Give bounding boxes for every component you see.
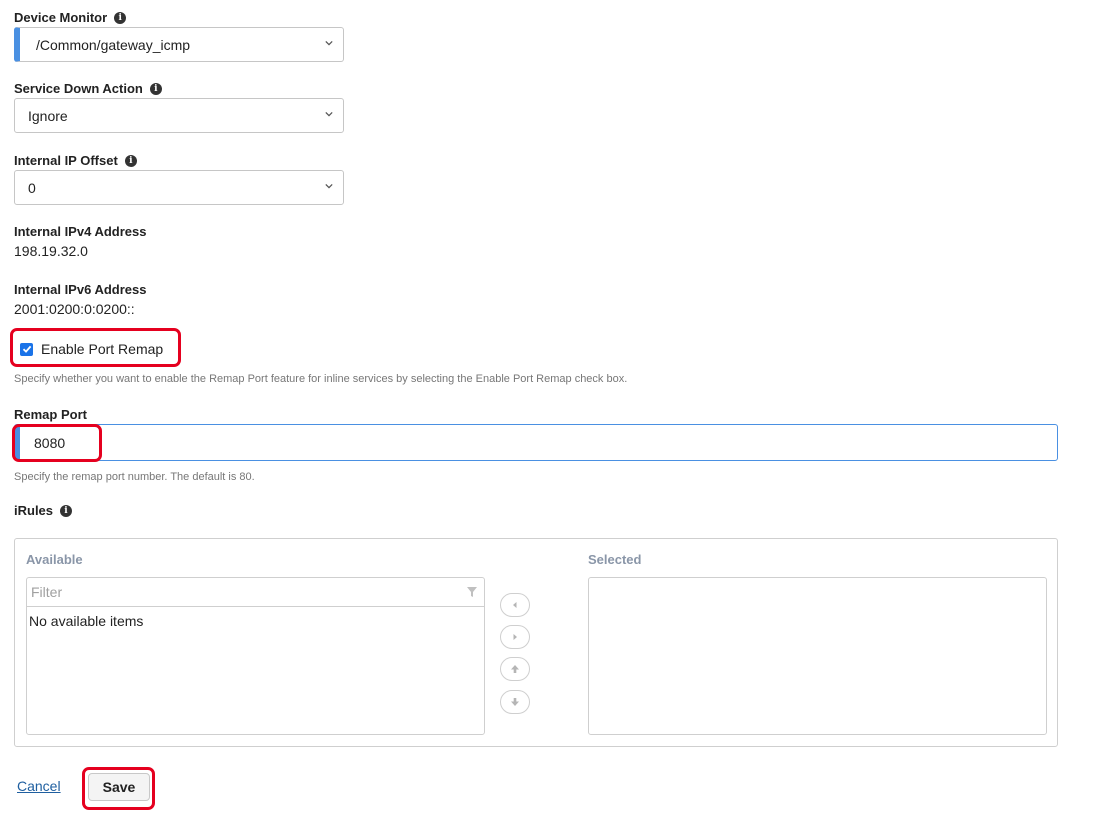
port-remap-help: Specify whether you want to enable the R… bbox=[14, 373, 628, 385]
move-left-button[interactable] bbox=[500, 593, 530, 617]
internal-ip-offset-select[interactable]: 0 bbox=[14, 170, 344, 205]
internal-ipv6-label: Internal IPv6 Address bbox=[14, 282, 147, 297]
move-down-button[interactable] bbox=[500, 690, 530, 714]
chevron-down-icon bbox=[325, 183, 333, 189]
irules-label: iRules i bbox=[14, 503, 73, 518]
filter-icon bbox=[467, 587, 477, 597]
service-down-action-select[interactable]: Ignore bbox=[14, 98, 344, 133]
device-monitor-select[interactable]: /Common/gateway_icmp bbox=[14, 27, 344, 62]
enable-port-remap-label: Enable Port Remap bbox=[41, 341, 164, 357]
chevron-down-icon bbox=[325, 111, 333, 117]
save-button[interactable]: Save bbox=[88, 773, 150, 801]
arrow-right-icon bbox=[513, 634, 517, 640]
move-right-button[interactable] bbox=[500, 625, 530, 649]
remap-port-label: Remap Port bbox=[14, 407, 87, 422]
checkbox[interactable] bbox=[20, 342, 33, 356]
empty-list-message: No available items bbox=[29, 613, 144, 629]
arrow-left-icon bbox=[513, 602, 517, 608]
selected-list[interactable] bbox=[588, 577, 1047, 735]
device-monitor-label: Device Monitor i bbox=[14, 10, 127, 25]
internal-ip-offset-label: Internal IP Offset i bbox=[14, 153, 137, 168]
arrow-down-icon bbox=[511, 698, 519, 706]
internal-ipv4-value: 198.19.32.0 bbox=[14, 243, 88, 259]
internal-ipv6-value: 2001:0200:0:0200:: bbox=[14, 301, 135, 317]
move-up-button[interactable] bbox=[500, 657, 530, 681]
selected-title: Selected bbox=[588, 552, 642, 567]
arrow-up-icon bbox=[511, 665, 519, 673]
info-icon[interactable]: i bbox=[124, 154, 137, 167]
remap-port-help: Specify the remap port number. The defau… bbox=[14, 471, 255, 483]
service-down-action-label: Service Down Action i bbox=[14, 81, 162, 96]
info-icon[interactable]: i bbox=[60, 504, 73, 517]
available-title: Available bbox=[26, 552, 83, 567]
info-icon[interactable]: i bbox=[149, 82, 162, 95]
internal-ipv4-label: Internal IPv4 Address bbox=[14, 224, 147, 239]
checkmark-icon bbox=[22, 345, 31, 353]
chevron-down-icon bbox=[325, 40, 333, 46]
available-list[interactable]: Filter No available items bbox=[26, 577, 485, 735]
info-icon[interactable]: i bbox=[114, 11, 127, 24]
cancel-link[interactable]: Cancel bbox=[17, 778, 61, 794]
enable-port-remap-checkbox[interactable]: Enable Port Remap bbox=[20, 341, 163, 357]
remap-port-highlight bbox=[12, 424, 102, 462]
filter-input[interactable]: Filter bbox=[27, 578, 484, 607]
remap-port-input[interactable]: 8080 bbox=[14, 424, 1058, 461]
